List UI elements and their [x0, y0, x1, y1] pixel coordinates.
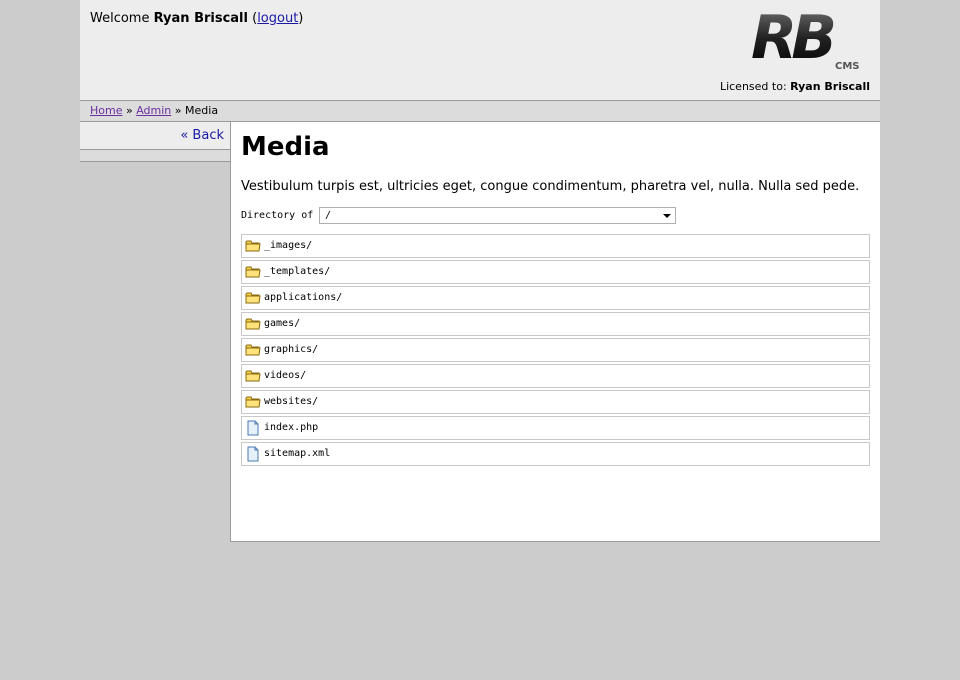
document-icon [245, 446, 261, 462]
rb-cms-logo: RB CMS [751, 6, 860, 72]
licensed-prefix: Licensed to: [719, 80, 787, 93]
item-name: applications/ [264, 292, 343, 303]
welcome-text: Welcome Ryan Briscall (logout) [90, 11, 304, 26]
item-name: websites/ [264, 396, 319, 407]
logo-letters: RB [751, 6, 833, 72]
folder-row[interactable]: videos/ [241, 364, 870, 388]
folder-row[interactable]: _images/ [241, 234, 870, 258]
content-area: « Back Media Vestibulum turpis est, ultr… [80, 122, 880, 542]
chevron-down-icon [663, 214, 671, 218]
file-row[interactable]: sitemap.xml [241, 442, 870, 466]
licensed-name: Ryan Briscall [790, 80, 870, 93]
welcome-user-name: Ryan Briscall [153, 11, 248, 26]
breadcrumb: Home » Admin » Media [80, 101, 880, 122]
item-name: videos/ [264, 370, 307, 381]
directory-select[interactable]: / [319, 207, 676, 224]
breadcrumb-home[interactable]: Home [90, 104, 122, 117]
file-row[interactable]: index.php [241, 416, 870, 440]
folder-icon [245, 290, 261, 306]
folder-row[interactable]: games/ [241, 312, 870, 336]
item-name: graphics/ [264, 344, 319, 355]
sidebar-back-row: « Back [80, 122, 230, 150]
logout-link[interactable]: logout [257, 11, 298, 26]
folder-row[interactable]: graphics/ [241, 338, 870, 362]
main-panel: Media Vestibulum turpis est, ultricies e… [230, 122, 880, 542]
folder-row[interactable]: websites/ [241, 390, 870, 414]
item-name: sitemap.xml [264, 448, 331, 459]
folder-icon [245, 368, 261, 384]
folder-icon [245, 394, 261, 410]
file-list: _images/ _templates/applications/games/gr… [241, 234, 870, 468]
folder-icon [245, 342, 261, 358]
folder-icon [245, 238, 261, 254]
welcome-prefix: Welcome [90, 11, 150, 26]
breadcrumb-separator: » [125, 104, 133, 117]
directory-select-value: / [325, 210, 332, 221]
sidebar-divider [80, 150, 230, 162]
sidebar: « Back [80, 122, 230, 162]
page-wrapper: Welcome Ryan Briscall (logout) RB CMS Li… [80, 0, 880, 542]
logo-subtext: CMS [835, 61, 860, 72]
breadcrumb-admin[interactable]: Admin [136, 104, 171, 117]
item-name: _images/ [264, 240, 313, 251]
page-title: Media [241, 132, 330, 162]
folder-row[interactable]: applications/ [241, 286, 870, 310]
folder-icon [245, 264, 261, 280]
back-link[interactable]: « Back [180, 128, 224, 143]
licensed-to: Licensed to: Ryan Briscall [720, 80, 870, 93]
breadcrumb-current: Media [185, 104, 219, 117]
item-name: index.php [264, 422, 319, 433]
document-icon [245, 420, 261, 436]
directory-label: Directory of [241, 210, 314, 221]
folder-icon [245, 316, 261, 332]
item-name: games/ [264, 318, 301, 329]
folder-row[interactable]: _templates/ [241, 260, 870, 284]
item-name: _templates/ [264, 266, 331, 277]
breadcrumb-separator: » [174, 104, 182, 117]
intro-text: Vestibulum turpis est, ultricies eget, c… [241, 179, 860, 194]
header: Welcome Ryan Briscall (logout) RB CMS Li… [80, 0, 880, 101]
